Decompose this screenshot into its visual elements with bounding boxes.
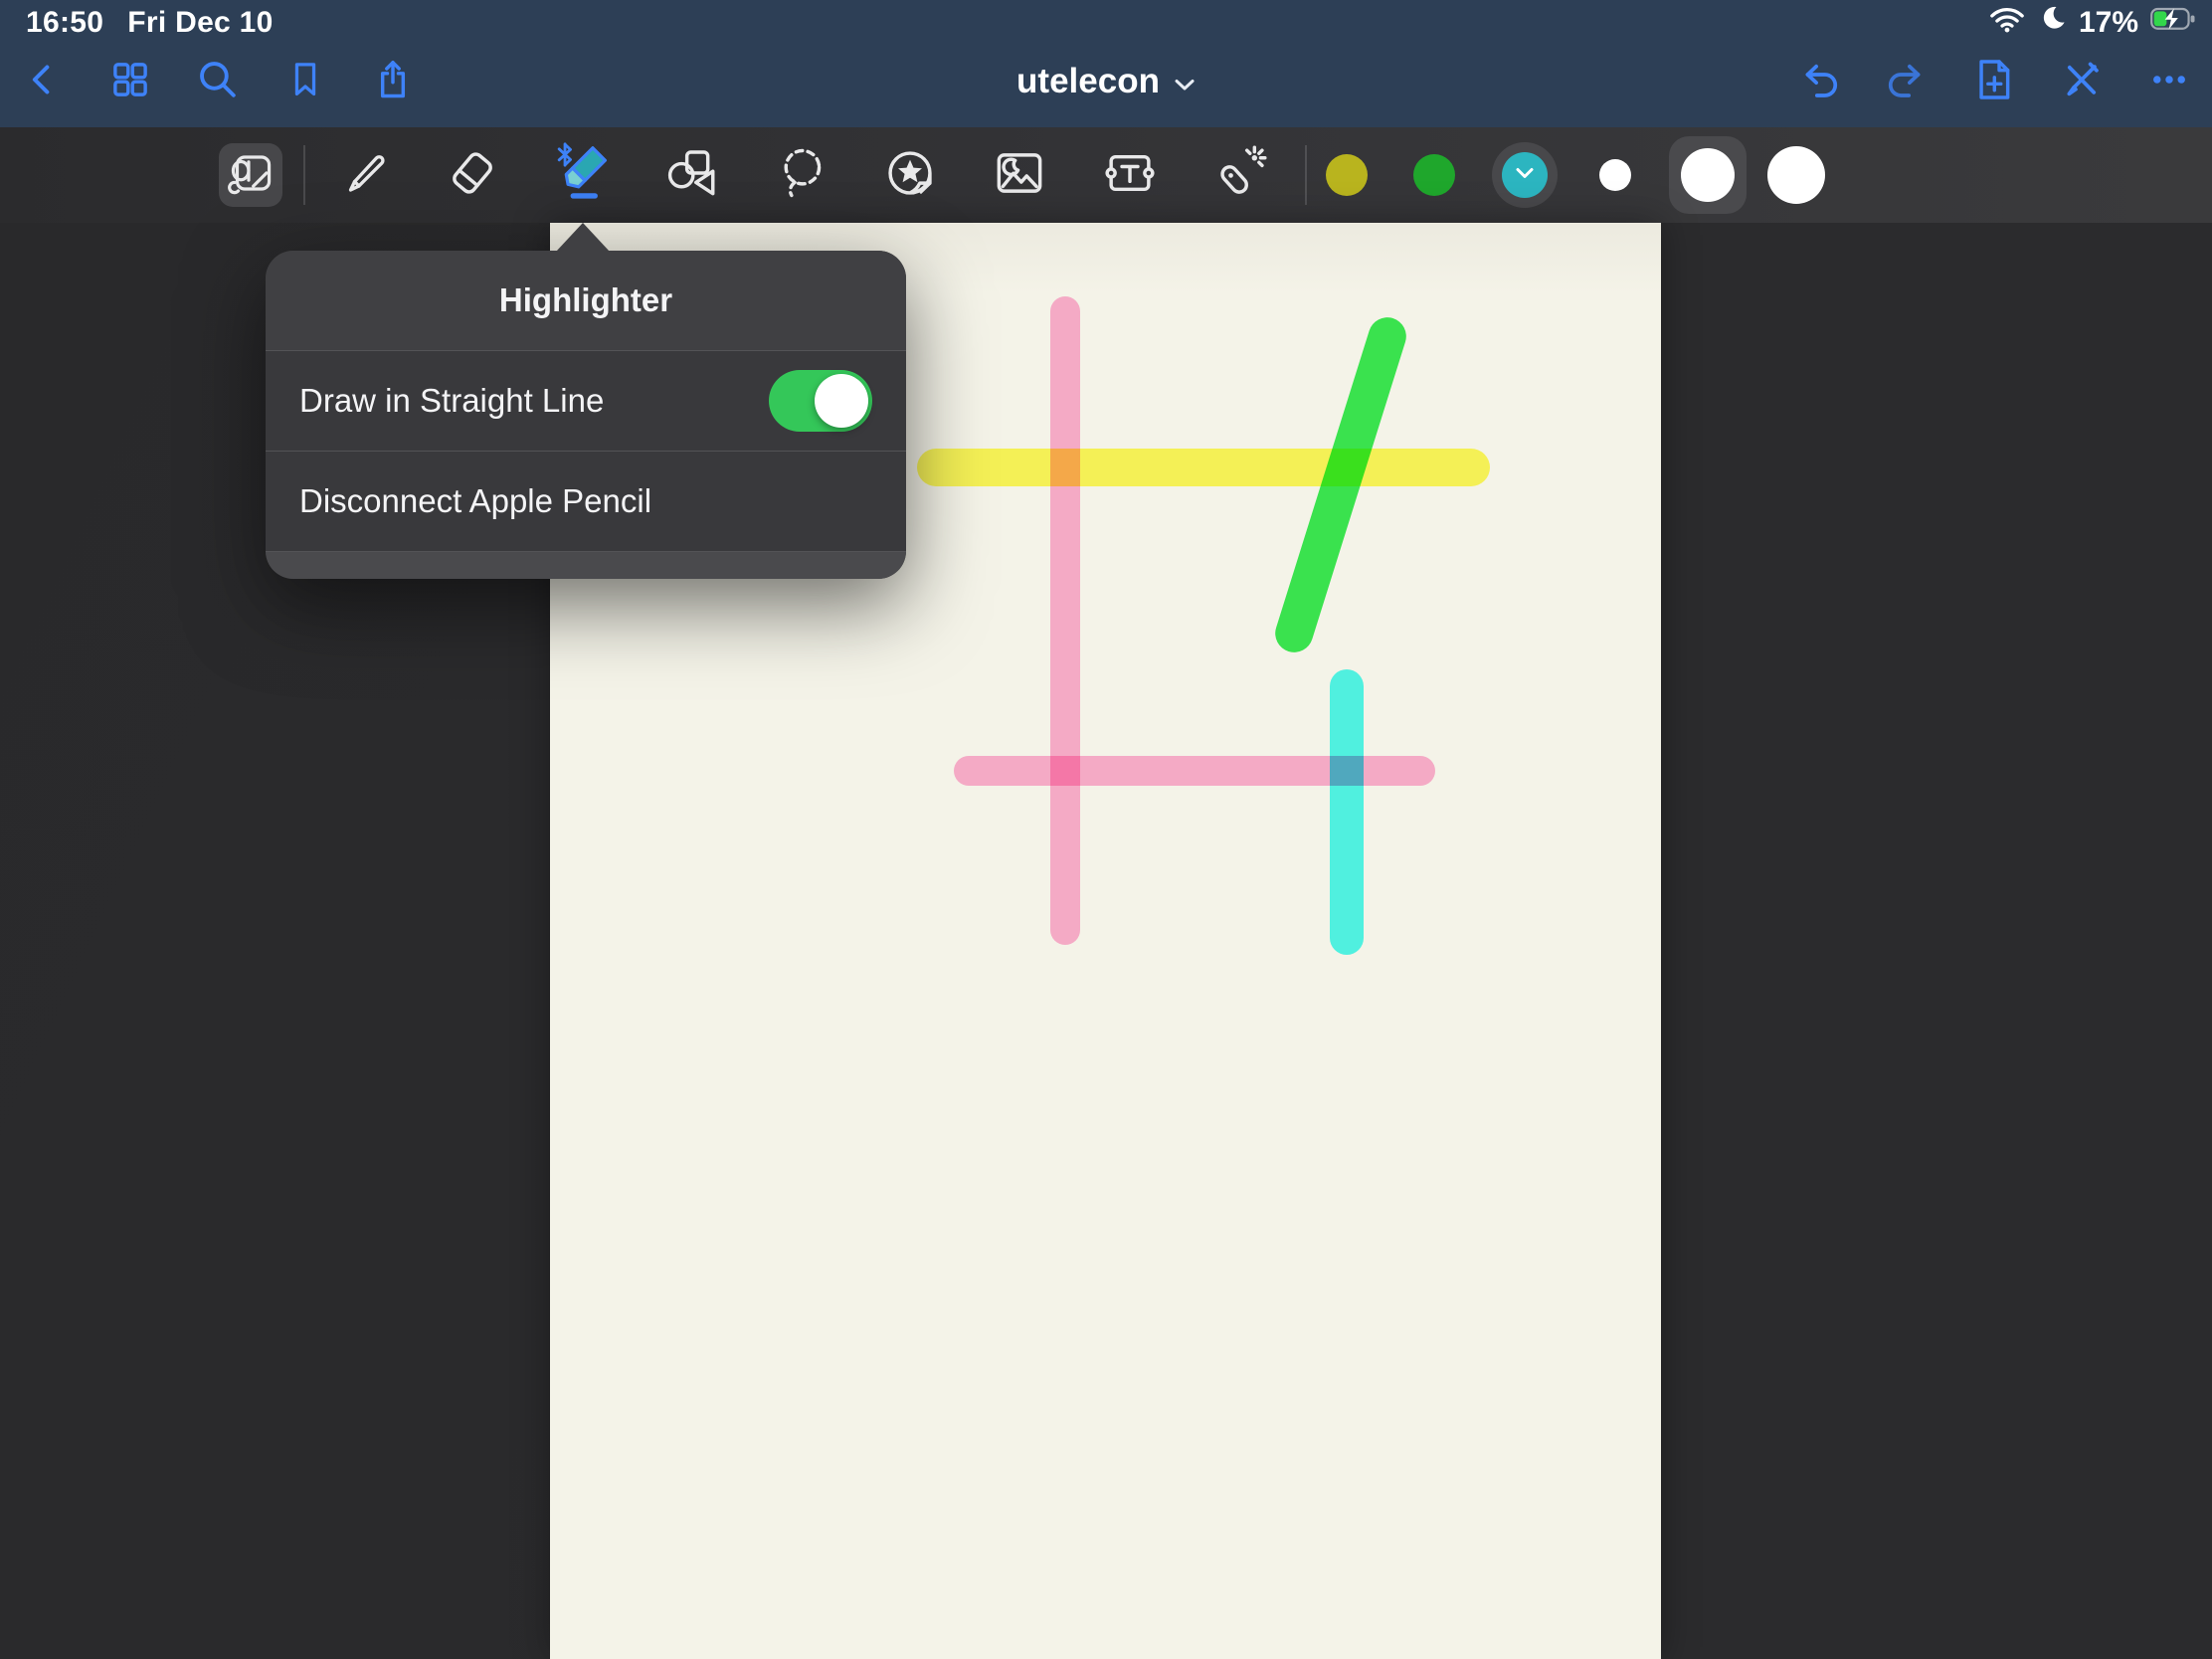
color-swatch-teal-selected[interactable] [1492, 142, 1558, 208]
bookmark-icon [284, 57, 326, 107]
teal-color-dot [1502, 152, 1548, 198]
share-button[interactable] [370, 54, 416, 109]
image-icon [991, 144, 1048, 207]
highlighter-icon [551, 141, 615, 210]
draw-straight-line-row[interactable]: Draw in Straight Line [266, 351, 906, 451]
stroke-size-small[interactable] [1599, 159, 1631, 191]
battery-percent: 17% [2079, 6, 2138, 40]
share-icon [371, 56, 415, 108]
add-page-icon [1971, 55, 2017, 109]
highlighter-stroke-pink-vertical [1050, 296, 1080, 945]
disconnect-apple-pencil-label: Disconnect Apple Pencil [299, 482, 651, 520]
search-icon [195, 57, 241, 107]
readonly-pen-button[interactable] [2059, 54, 2105, 109]
size-medium-dot [1681, 148, 1735, 202]
tool-shapes[interactable] [656, 135, 726, 215]
chevron-down-icon [1514, 165, 1536, 186]
status-date: Fri Dec 10 [127, 6, 273, 40]
draw-straight-line-label: Draw in Straight Line [299, 382, 604, 420]
color-swatch-green[interactable] [1413, 154, 1455, 196]
document-title[interactable]: utelecon [1016, 36, 1196, 127]
highlighter-stroke-cyan-vertical [1330, 669, 1364, 955]
eraser-icon [444, 144, 501, 207]
lasso-icon [773, 144, 830, 207]
add-page-button[interactable] [1971, 54, 2017, 109]
tool-page-scroll-mode[interactable] [216, 135, 285, 215]
draw-straight-line-toggle[interactable] [769, 370, 872, 432]
size-large-dot [1767, 146, 1825, 204]
title-chevron-down-icon [1174, 62, 1196, 101]
more-button[interactable] [2146, 54, 2192, 109]
size-small-dot [1599, 159, 1631, 191]
tool-text[interactable] [1095, 135, 1165, 215]
tool-image[interactable] [985, 135, 1054, 215]
selected-swatch-ring [1492, 142, 1558, 208]
more-ellipsis-icon [2146, 57, 2192, 107]
back-chevron-icon [23, 57, 63, 107]
back-button[interactable] [20, 54, 66, 109]
screen: 16:50 Fri Dec 10 17% [0, 0, 2212, 1659]
stroke-size-medium-selected[interactable] [1681, 148, 1735, 202]
sticker-star-icon [881, 144, 939, 207]
top-chrome: 16:50 Fri Dec 10 17% [0, 0, 2212, 127]
green-color-dot [1413, 154, 1455, 196]
tool-pen[interactable] [329, 135, 399, 215]
tool-stickers[interactable] [875, 135, 945, 215]
page-thumbnails-button[interactable] [107, 54, 153, 109]
toggle-knob [815, 374, 868, 428]
battery-charging-icon [2150, 6, 2196, 40]
shapes-icon [662, 144, 720, 207]
undo-button[interactable] [1796, 54, 1842, 109]
nav-bar: utelecon [0, 36, 2212, 127]
highlighter-stroke-pink-horizontal [954, 756, 1435, 786]
tool-lasso[interactable] [767, 135, 836, 215]
tool-eraser[interactable] [438, 135, 507, 215]
olive-color-dot [1326, 154, 1368, 196]
toolbar-divider [1305, 145, 1307, 205]
toolbar-divider [303, 145, 305, 205]
pen-crossed-icon [2059, 57, 2105, 107]
redo-button[interactable] [1884, 54, 1930, 109]
highlighter-popover: Highlighter Draw in Straight Line Discon… [266, 251, 906, 579]
bookmark-button[interactable] [282, 54, 328, 109]
text-icon [1101, 144, 1159, 207]
pen-icon [336, 145, 392, 206]
color-swatch-olive[interactable] [1326, 154, 1368, 196]
grid-icon [108, 58, 152, 106]
tools-toolbar [0, 127, 2212, 223]
tool-highlighter[interactable] [548, 135, 618, 215]
status-time: 16:50 [26, 6, 103, 40]
popover-arrow [556, 223, 610, 252]
tool-laser-pointer[interactable] [1203, 135, 1273, 215]
undo-icon [1795, 57, 1843, 107]
popover-title: Highlighter [266, 251, 906, 351]
redo-icon [1883, 57, 1931, 107]
highlighter-stroke-yellow-horizontal [917, 449, 1490, 486]
search-button[interactable] [195, 54, 241, 109]
stroke-size-large[interactable] [1767, 146, 1825, 204]
popover-footer [266, 551, 906, 579]
page-scroll-mode-icon [224, 146, 277, 205]
disconnect-apple-pencil-item[interactable]: Disconnect Apple Pencil [266, 451, 906, 551]
document-title-text: utelecon [1016, 62, 1160, 101]
laser-pointer-icon [1209, 144, 1267, 207]
